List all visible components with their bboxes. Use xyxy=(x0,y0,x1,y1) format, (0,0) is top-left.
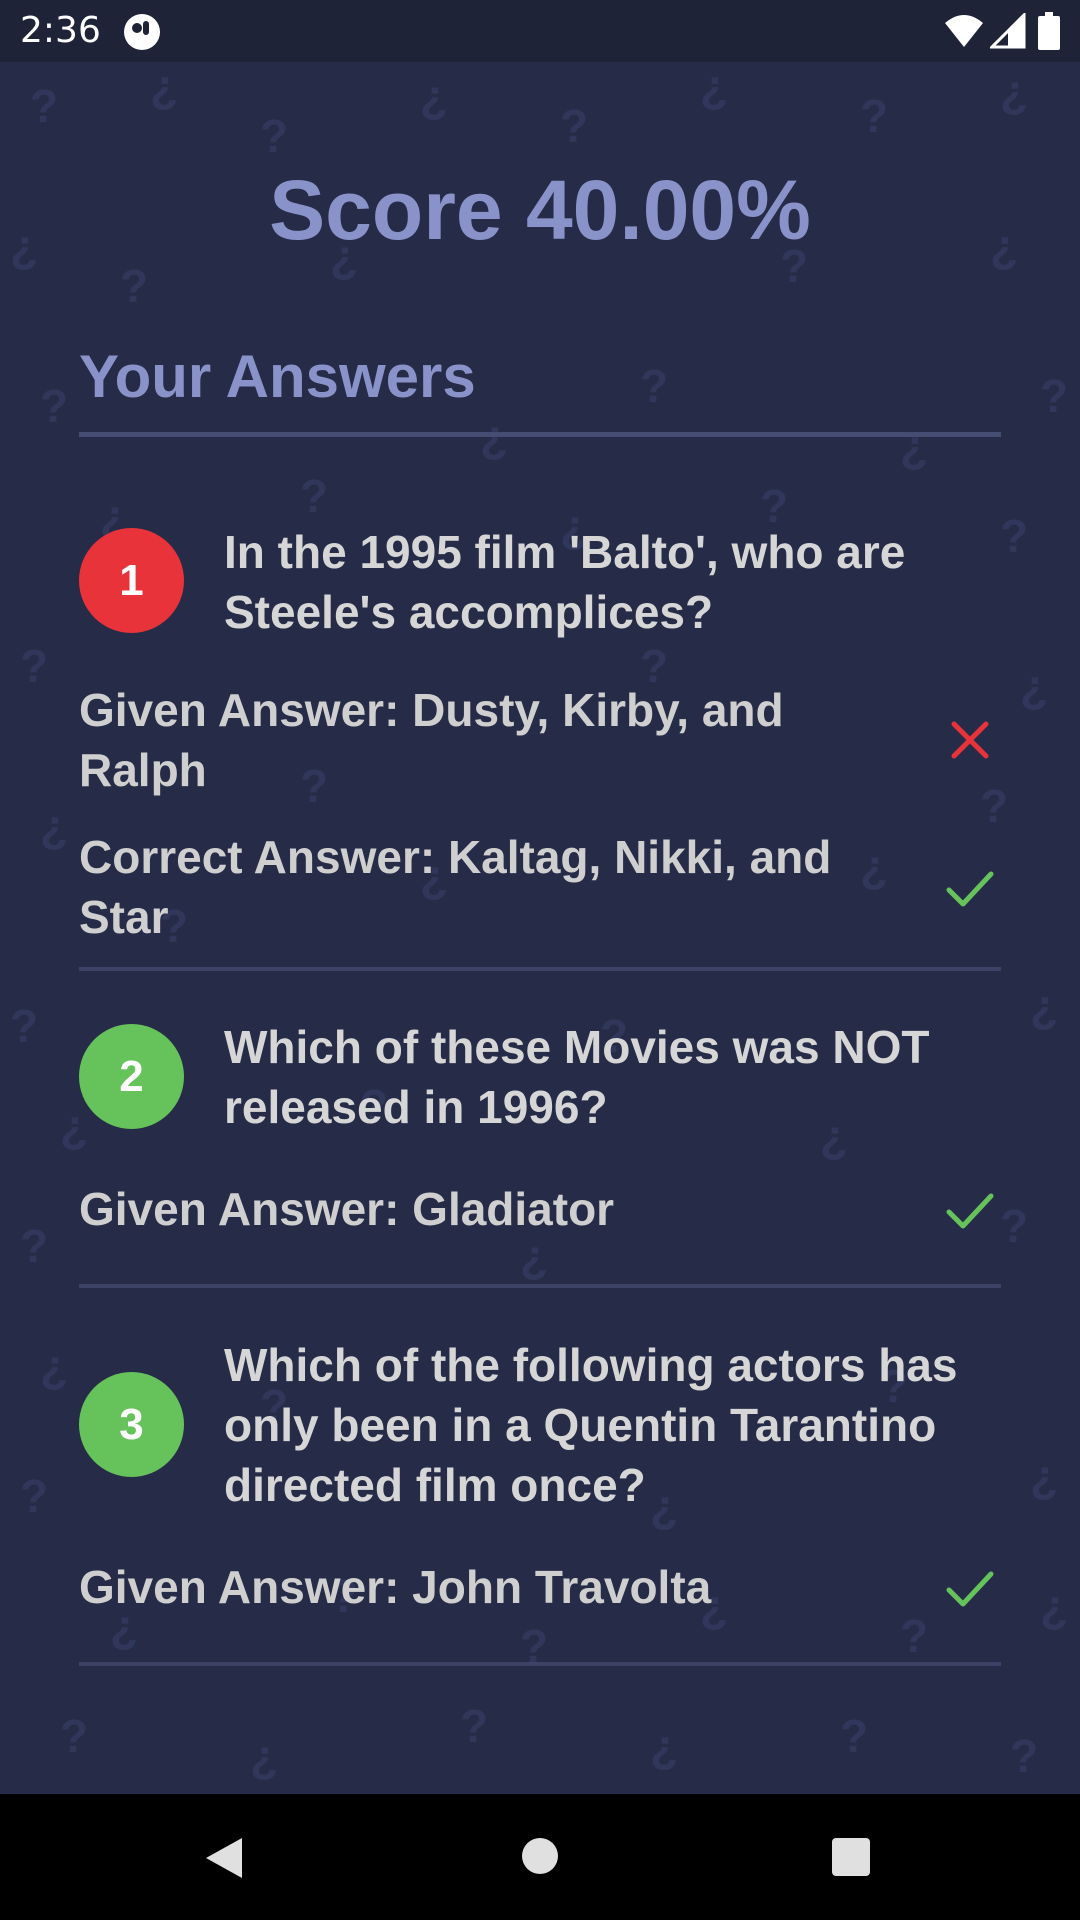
svg-text:?: ? xyxy=(10,1000,38,1052)
navigation-bar xyxy=(0,1794,1080,1920)
section-divider xyxy=(79,432,1001,437)
svg-text:¿: ¿ xyxy=(250,1730,278,1782)
cellular-signal-icon xyxy=(990,13,1026,49)
cross-icon xyxy=(951,721,989,759)
home-icon[interactable] xyxy=(520,1836,560,1876)
your-answers-heading: Your Answers xyxy=(79,343,476,410)
svg-text:?: ? xyxy=(30,80,58,132)
svg-text:¿: ¿ xyxy=(420,70,448,122)
question-divider xyxy=(79,1284,1001,1288)
svg-text:?: ? xyxy=(560,100,588,152)
svg-text:?: ? xyxy=(40,380,68,432)
svg-text:¿: ¿ xyxy=(1030,980,1058,1032)
svg-text:?: ? xyxy=(60,1710,88,1762)
svg-text:?: ? xyxy=(640,360,668,412)
question-divider xyxy=(79,967,1001,971)
svg-text:¿: ¿ xyxy=(1040,1580,1068,1632)
given-answer: Given Answer: Dusty, Kirby, and Ralph xyxy=(79,684,784,796)
check-icon xyxy=(946,1193,994,1229)
svg-text:?: ? xyxy=(900,1610,928,1662)
question-text: In the 1995 film 'Balto', who are Steele… xyxy=(224,526,906,638)
question-number-badge: 3 xyxy=(79,1372,184,1477)
wifi-icon xyxy=(945,15,983,47)
status-time: 2:36 xyxy=(20,10,101,51)
results-screen[interactable]: ?¿? ¿?¿ ?¿ ¿?¿ ?¿ ?¿? ¿? ¿?¿ ?? ?¿? ¿?? … xyxy=(0,62,1080,1794)
svg-text:?: ? xyxy=(260,110,288,162)
svg-text:?: ? xyxy=(860,90,888,142)
check-icon xyxy=(946,871,994,907)
check-icon xyxy=(946,1571,994,1607)
svg-text:¿: ¿ xyxy=(700,62,728,112)
svg-text:?: ? xyxy=(300,470,328,522)
svg-text:?: ? xyxy=(1040,370,1068,422)
question-text: Which of the following actors has only b… xyxy=(224,1339,958,1511)
svg-text:¿: ¿ xyxy=(650,1720,678,1772)
app-notification-icon xyxy=(124,14,160,50)
svg-text:¿: ¿ xyxy=(1030,1450,1058,1502)
question-divider xyxy=(79,1662,1001,1666)
svg-text:?: ? xyxy=(120,260,148,312)
svg-text:?: ? xyxy=(460,1700,488,1752)
correct-answer: Correct Answer: Kaltag, Nikki, and Star xyxy=(79,831,832,943)
svg-text:?: ? xyxy=(20,1220,48,1272)
svg-text:¿: ¿ xyxy=(150,62,178,112)
given-answer: Given Answer: Gladiator xyxy=(79,1183,615,1235)
svg-text:?: ? xyxy=(1010,1730,1038,1782)
svg-text:?: ? xyxy=(1000,510,1028,562)
svg-text:¿: ¿ xyxy=(40,1340,68,1392)
question-text: Which of these Movies was NOT released i… xyxy=(224,1021,930,1133)
svg-text:¿: ¿ xyxy=(900,420,928,472)
svg-text:?: ? xyxy=(980,780,1008,832)
back-icon[interactable] xyxy=(202,1836,246,1880)
svg-text:?: ? xyxy=(20,640,48,692)
svg-text:?: ? xyxy=(1000,1200,1028,1252)
given-answer: Given Answer: John Travolta xyxy=(79,1561,712,1613)
svg-text:?: ? xyxy=(840,1710,868,1762)
svg-text:¿: ¿ xyxy=(1000,65,1028,117)
status-bar: 2:36 xyxy=(0,0,1080,62)
score-title: Score 40.00% xyxy=(269,163,811,257)
svg-text:¿: ¿ xyxy=(40,800,68,852)
svg-text:¿: ¿ xyxy=(1020,660,1048,712)
battery-icon xyxy=(1038,12,1060,50)
svg-text:¿: ¿ xyxy=(60,1100,88,1152)
question-number-badge: 1 xyxy=(79,528,184,633)
question-number-badge: 2 xyxy=(79,1024,184,1129)
recents-icon[interactable] xyxy=(830,1836,872,1878)
svg-text:?: ? xyxy=(20,1470,48,1522)
